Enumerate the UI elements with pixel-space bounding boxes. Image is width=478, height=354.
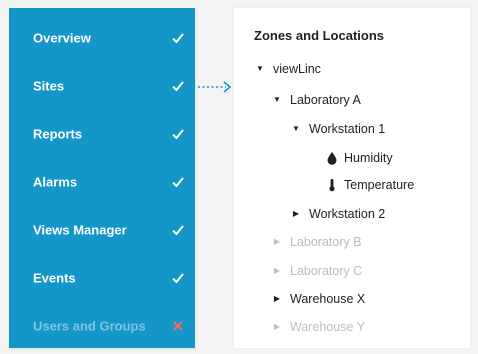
caret-right-icon[interactable]: ▶ [290,204,302,224]
caret-right-icon[interactable]: ▶ [271,261,283,281]
thermometer-icon [329,179,335,192]
caret-down-icon[interactable]: ▼ [254,59,266,79]
caret-down-icon[interactable]: ▼ [290,119,302,139]
check-icon [172,273,184,284]
sidebar-item-users-and-groups[interactable]: Users and Groups [9,302,195,350]
sidebar-item-reports[interactable]: Reports [9,110,195,158]
sidebar-item-label: Overview [33,30,91,46]
sidebar-item-views-manager[interactable]: Views Manager [9,206,195,254]
sidebar-menu: Overview Sites Reports Alarms Views Mana… [9,8,195,348]
caret-right-icon[interactable]: ▶ [271,289,283,309]
tree-node-label: Workstation 2 [309,207,386,221]
sidebar-item-label: Reports [33,126,83,142]
check-icon [172,225,184,236]
check-icon [172,129,184,140]
sidebar-item-label: Views Manager [33,222,127,238]
sidebar-item-label: Alarms [33,174,78,190]
tree-node-label: Warehouse Y [290,320,366,334]
tree-node-label: Laboratory A [290,93,361,107]
caret-right-icon[interactable]: ▶ [271,232,283,252]
dotted-arrow-icon [198,81,232,93]
sidebar-item-events[interactable]: Events [9,254,195,302]
sidebar-item-sites[interactable]: Sites [9,62,195,110]
tree-node-label: Temperature [344,178,415,192]
tree-node-label: Laboratory C [290,264,363,278]
tree-node-label: viewLinc [273,62,321,76]
tree-node-label: Humidity [344,151,393,165]
tree-node-label: Workstation 1 [309,122,386,136]
tree-node-label: Warehouse X [290,292,366,306]
sidebar-item-label: Sites [33,78,65,94]
tree-node-label: Laboratory B [290,235,362,249]
caret-down-icon[interactable]: ▼ [271,90,283,110]
check-icon [172,33,184,44]
cross-icon [173,321,183,331]
droplet-icon [327,152,337,165]
check-icon [172,81,184,92]
sidebar-item-alarms[interactable]: Alarms [9,158,195,206]
sidebar-item-label: Events [33,270,76,286]
sidebar-item-label: Users and Groups [33,318,146,334]
panel-title: Zones and Locations [254,28,385,43]
caret-right-icon[interactable]: ▶ [271,317,283,337]
check-icon [172,177,184,188]
zones-and-locations-panel: Zones and Locations ▼ viewLinc ▼ Laborat… [234,8,470,348]
sidebar-item-overview[interactable]: Overview [9,14,195,62]
